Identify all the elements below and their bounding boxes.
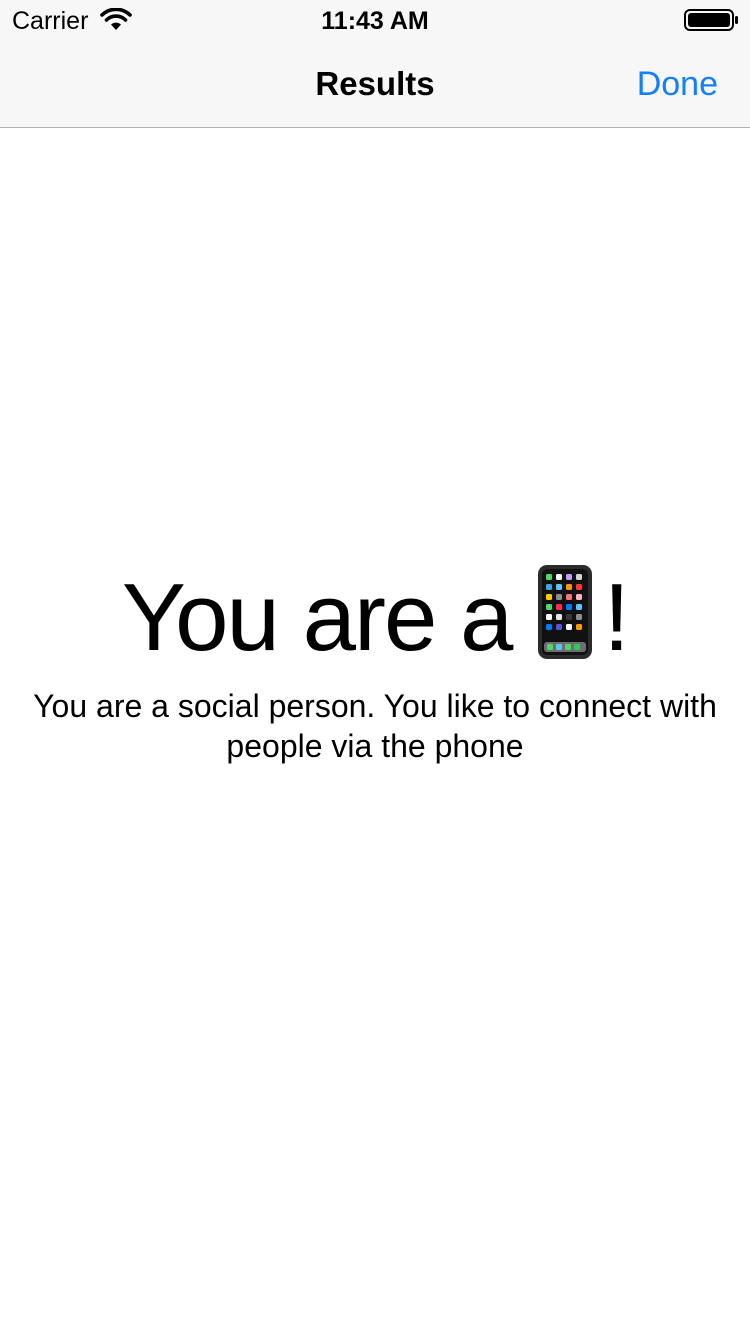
result-heading-prefix: You are a — [121, 564, 513, 671]
mobile-phone-emoji — [537, 564, 593, 660]
result-heading-suffix: ! — [603, 564, 630, 671]
status-time: 11:43 AM — [321, 7, 429, 35]
result-description: You are a social person. You like to con… — [33, 688, 717, 764]
status-bar: Carrier 11:43 AM — [0, 0, 750, 40]
top-bar: Carrier 11:43 AM Results Done — [0, 0, 750, 128]
done-button[interactable]: Done — [637, 64, 718, 104]
battery-full-icon — [684, 8, 740, 32]
result-heading: You are a ! — [0, 560, 750, 676]
result-panel: You are a ! You are a social person. You… — [0, 560, 750, 766]
navigation-bar: Results Done — [0, 40, 750, 128]
